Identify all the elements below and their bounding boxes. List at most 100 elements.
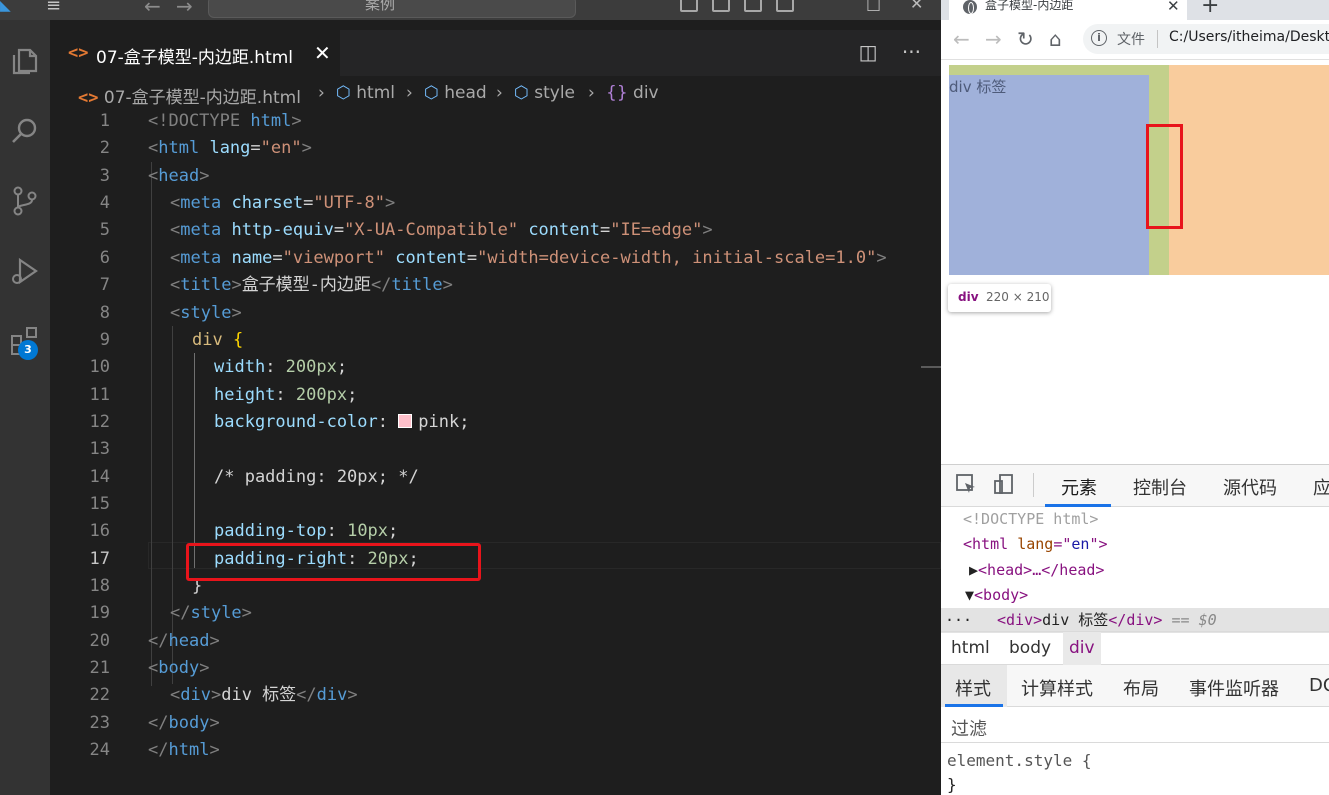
tab-console[interactable]: 控制台 — [1133, 474, 1187, 500]
code-line: 12 background-color: pink; — [89, 412, 470, 432]
activity-bar: 3 — [0, 20, 50, 795]
inspect-element-icon[interactable] — [955, 473, 977, 495]
code-line: 1 <!DOCTYPE html> — [99, 111, 302, 131]
node-menu-icon[interactable]: ··· — [945, 608, 972, 633]
maximize-icon[interactable]: □ — [866, 0, 881, 12]
back-arrow-icon[interactable]: ← — [144, 0, 161, 16]
styles-filter-input[interactable]: 过滤 — [941, 707, 1329, 743]
code-line: 22 <div>div 标签</div> — [89, 685, 358, 705]
code-line: 13 — [89, 439, 110, 459]
customize-layout-icon[interactable] — [776, 0, 794, 12]
code-line: 3 <head> — [99, 166, 210, 186]
url-text: C:/Users/itheima/Desktop — [1169, 29, 1329, 45]
toggle-panel-icon[interactable] — [712, 0, 730, 12]
toggle-sidebar-icon[interactable] — [680, 0, 698, 12]
code-editor[interactable]: 1 <!DOCTYPE html> 2 <html lang="en"> 3 <hea… — [50, 108, 941, 795]
info-icon[interactable]: i — [1091, 30, 1107, 46]
tab-event-listeners[interactable]: 事件监听器 — [1189, 675, 1279, 701]
html-file-icon: <> — [68, 43, 89, 63]
close-icon[interactable]: ✕ — [1167, 0, 1180, 15]
scrollbar-marker[interactable] — [921, 366, 941, 368]
tab-layout[interactable]: 布局 — [1123, 675, 1159, 701]
home-icon[interactable]: ⌂ — [1049, 27, 1062, 51]
breadcrumb-style[interactable]: ⬡ style — [514, 83, 575, 103]
more-actions-icon[interactable]: ··· — [902, 40, 921, 64]
browser-window: 盒子模型-内边距 ✕ + ← → ↻ ⌂ i 文件 C:/Users/ithei… — [941, 0, 1329, 795]
crumb-div[interactable]: div — [1063, 632, 1101, 665]
breadcrumb-label: html — [356, 83, 395, 103]
inspect-tooltip: div 220 × 210 — [948, 284, 1051, 312]
style-rule-close: } — [947, 775, 957, 794]
forward-arrow-icon[interactable]: → — [985, 27, 1002, 51]
code-line: 24 </html> — [89, 740, 220, 760]
styles-tab-bar: 样式 计算样式 布局 事件监听器 DO — [941, 665, 1329, 707]
toolbar-divider — [1033, 473, 1034, 497]
source-control-icon[interactable] — [0, 176, 50, 226]
dom-node-body[interactable]: ▼<body> — [965, 583, 1028, 608]
code-line: 18} — [89, 576, 203, 596]
devtools-panel: 元素 控制台 源代码 应 <!DOCTYPE html> <html lang=… — [941, 464, 1329, 795]
command-center[interactable]: 案例 — [208, 0, 576, 18]
dom-node-html[interactable]: <html lang="en"> — [963, 532, 1108, 557]
run-debug-icon[interactable] — [0, 246, 50, 296]
tab-application[interactable]: 应 — [1313, 474, 1329, 500]
dom-node-head[interactable]: ▶<head>…</head> — [969, 558, 1104, 583]
new-tab-button[interactable]: + — [1201, 0, 1219, 18]
command-center-text: 案例 — [365, 0, 396, 13]
code-line: 16 padding-top: 10px; — [89, 521, 399, 541]
breadcrumb-file[interactable]: <> 07-盒子模型-内边距.html — [78, 83, 301, 108]
devtools-tab-bar: 元素 控制台 源代码 应 — [941, 465, 1329, 507]
close-icon[interactable]: ✕ — [314, 41, 331, 65]
breadcrumb-label: div — [633, 83, 659, 103]
close-window-icon[interactable]: ✕ — [910, 0, 923, 12]
filter-placeholder: 过滤 — [951, 719, 987, 740]
collapse-triangle-icon[interactable]: ▼ — [965, 586, 974, 604]
breadcrumb-div[interactable]: {} div — [606, 83, 659, 103]
code-line: 2 <html lang="en"> — [99, 138, 312, 158]
forward-arrow-icon[interactable]: → — [176, 0, 193, 16]
color-swatch[interactable] — [398, 414, 413, 428]
style-rule-selector[interactable]: element.style { — [947, 751, 1092, 770]
styles-pane[interactable]: element.style { } — [941, 743, 1329, 795]
reload-icon[interactable]: ↻ — [1017, 27, 1034, 51]
tab-computed[interactable]: 计算样式 — [1021, 675, 1093, 701]
selector-icon: {} — [606, 83, 628, 103]
editor-tab-bar: <> 07-盒子模型-内边距.html ✕ ◫ ··· — [50, 30, 941, 76]
chevron-right-icon: › — [496, 83, 503, 103]
div-content-area[interactable] — [949, 75, 1149, 275]
toggle-secondary-sidebar-icon[interactable] — [744, 0, 762, 12]
browser-toolbar: ← → ↻ ⌂ i 文件 C:/Users/itheima/Desktop — [941, 20, 1329, 60]
back-arrow-icon[interactable]: ← — [953, 27, 970, 51]
address-bar[interactable]: i 文件 C:/Users/itheima/Desktop — [1083, 24, 1329, 54]
chevron-right-icon: › — [588, 83, 595, 103]
menu-icon[interactable]: ≡ — [46, 0, 61, 15]
code-line: 14/* padding: 20px; */ — [89, 467, 419, 487]
tab-active-file[interactable]: <> 07-盒子模型-内边距.html ✕ — [50, 30, 340, 76]
crumb-html[interactable]: html — [951, 638, 990, 658]
code-line: 4 <meta charset="UTF-8"> — [99, 193, 396, 213]
tab-sources[interactable]: 源代码 — [1223, 474, 1277, 500]
search-icon[interactable] — [0, 106, 50, 156]
expand-triangle-icon[interactable]: ▶ — [969, 561, 978, 579]
device-toolbar-icon[interactable] — [993, 473, 1015, 495]
tab-elements[interactable]: 元素 — [1061, 474, 1097, 500]
vscode-window: ◣ ≡ ← → 案例 □ ✕ 3 <> 07-盒子模型-内边距.html ✕ ◫… — [0, 0, 941, 795]
dom-breadcrumb: html body div — [941, 631, 1329, 665]
tab-label: 07-盒子模型-内边距.html — [96, 48, 294, 68]
code-line: 11 height: 200px; — [89, 385, 358, 405]
dom-node-div-selected[interactable]: ··· <div>div 标签</div> == $0 — [941, 608, 1329, 633]
tooltip-size: 220 × 210 — [986, 290, 1050, 304]
explorer-icon[interactable] — [0, 36, 50, 86]
breadcrumb-html[interactable]: ⬡ html — [336, 83, 395, 103]
breadcrumb-head[interactable]: ⬡ head — [424, 83, 487, 103]
dom-node-doctype[interactable]: <!DOCTYPE html> — [963, 507, 1098, 532]
tab-dom-breakpoints[interactable]: DO — [1309, 675, 1329, 696]
browser-tab-title: 盒子模型-内边距 — [985, 0, 1074, 12]
browser-tab[interactable]: 盒子模型-内边距 ✕ — [949, 0, 1187, 20]
crumb-body[interactable]: body — [1009, 638, 1051, 658]
tab-styles[interactable]: 样式 — [955, 675, 991, 701]
split-editor-icon[interactable]: ◫ — [859, 40, 878, 64]
extensions-badge: 3 — [18, 340, 38, 360]
chevron-right-icon: › — [318, 83, 325, 103]
dom-tree[interactable]: <!DOCTYPE html> <html lang="en"> ▶<head>… — [941, 507, 1329, 633]
